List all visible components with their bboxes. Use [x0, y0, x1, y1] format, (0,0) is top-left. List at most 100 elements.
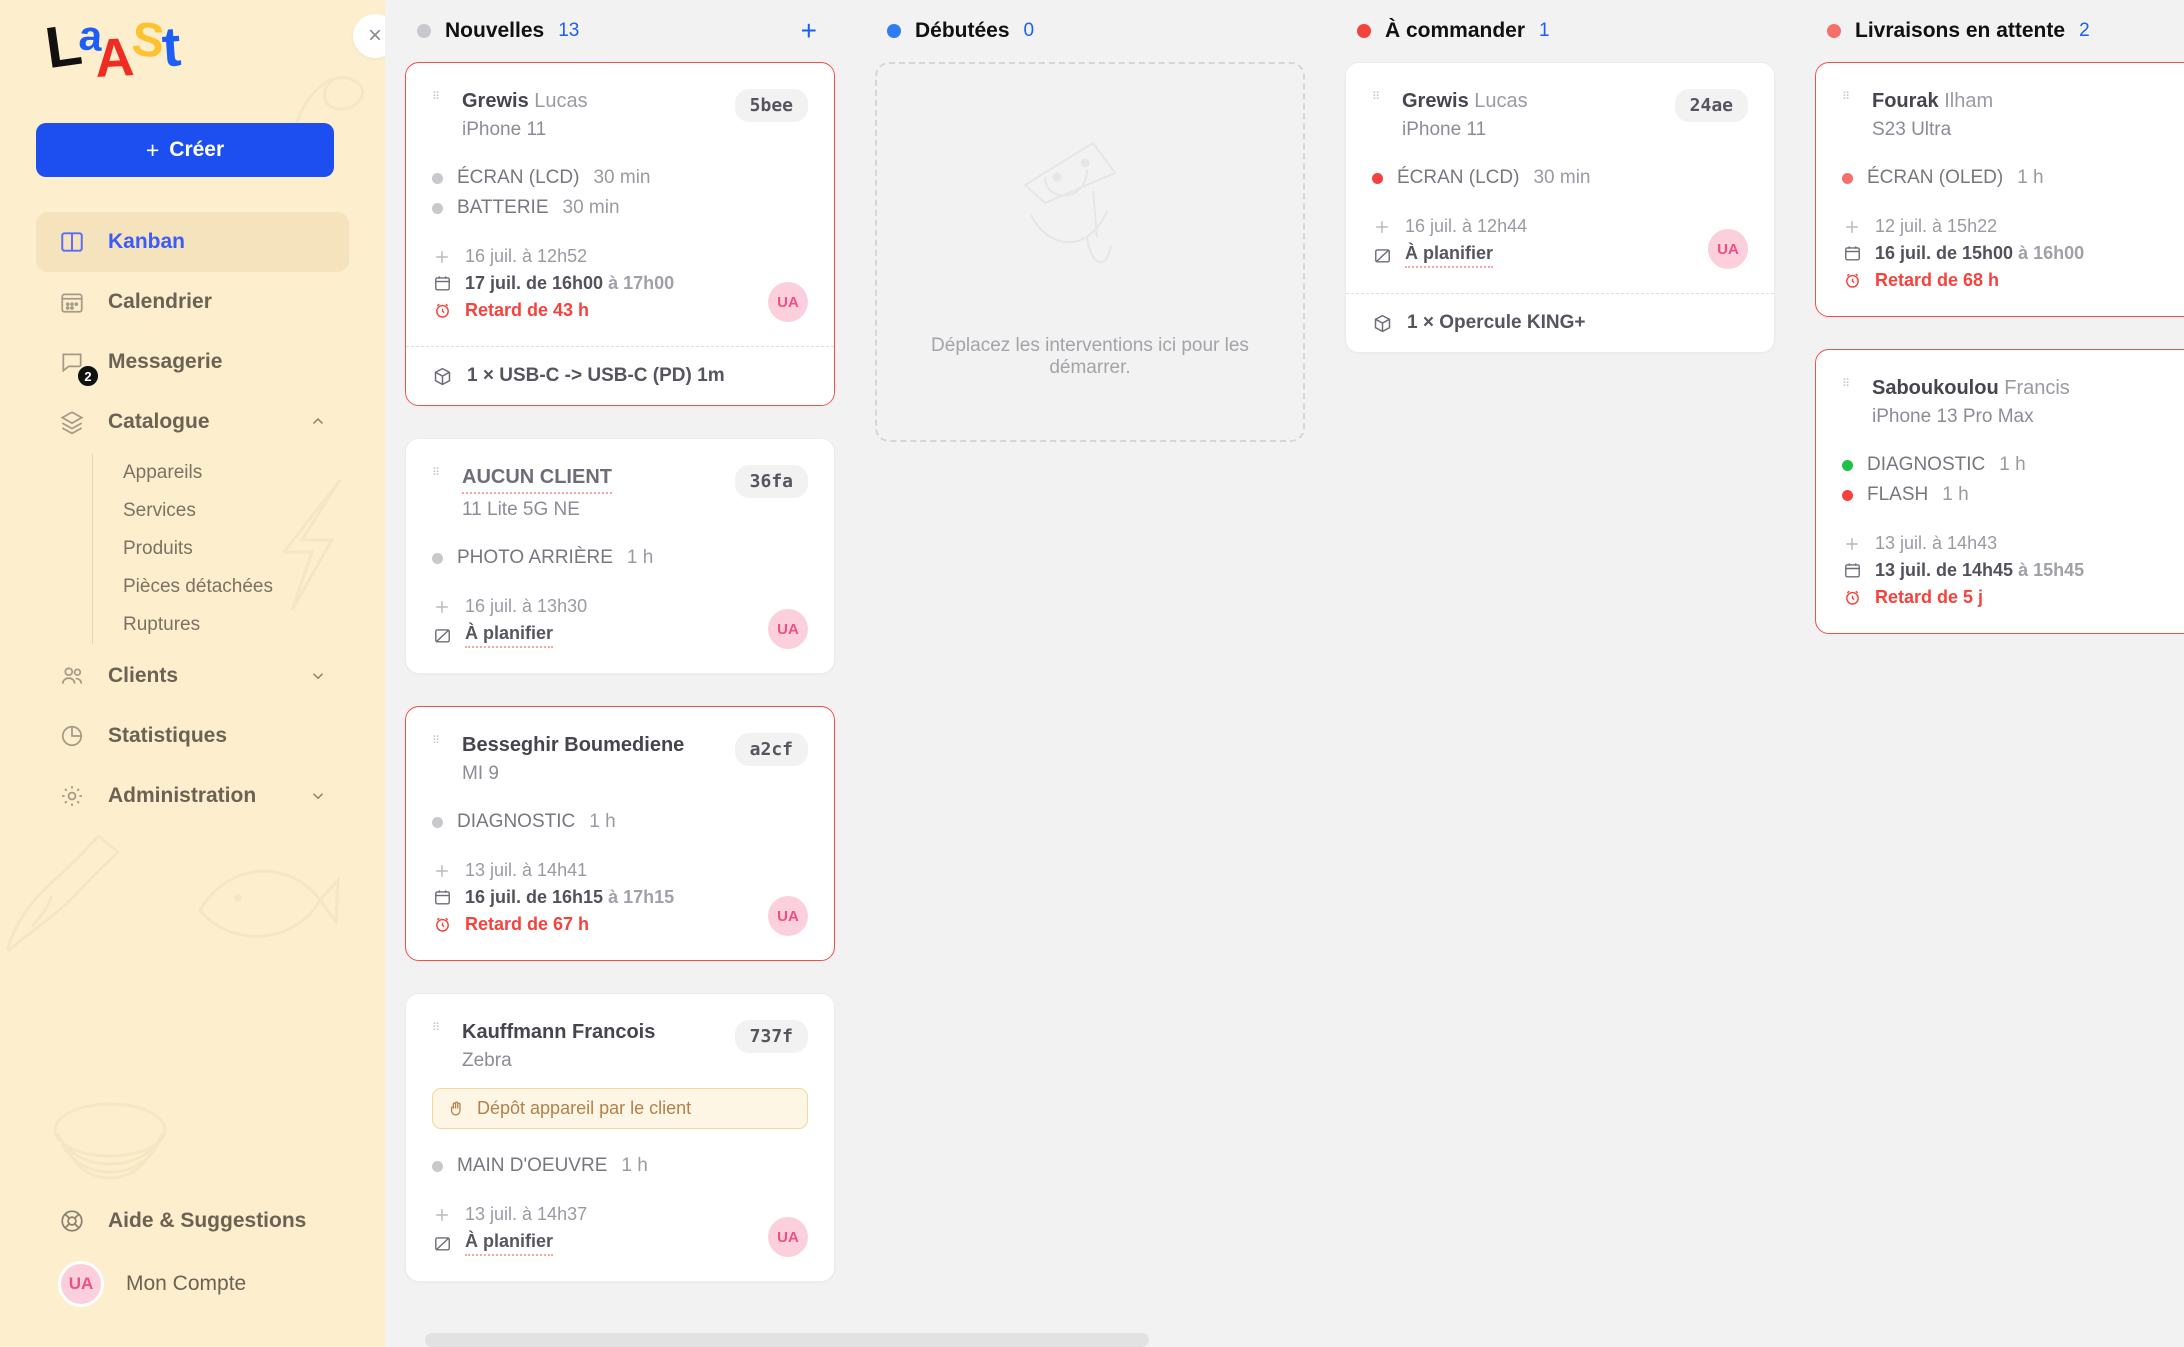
scheduled-date-icon	[432, 888, 452, 907]
scheduled-date: 17 juil. de 16h00 à 17h00	[432, 270, 808, 297]
card-header: ⠿ AUCUN CLIENT 11 Lite 5G NE 36fa	[432, 465, 808, 521]
created-date-icon	[432, 597, 452, 617]
sidebar-subitem-appareils[interactable]: Appareils	[93, 454, 349, 492]
scheduled-date-text: 13 juil. de 14h45 à 15h45	[1875, 560, 2085, 580]
empty-drop-zone[interactable]: Déplacez les interventions ici pour les …	[875, 62, 1305, 442]
plus-icon: +	[145, 136, 160, 163]
sidebar-subitem-pieces-detachees[interactable]: Pièces détachées	[93, 568, 349, 606]
service-list: DIAGNOSTIC 1 h FLASH 1 h	[1842, 450, 2184, 510]
service-duration: 1 h	[621, 1155, 648, 1176]
column-count: 2	[2079, 20, 2090, 41]
sidebar-item-label: Kanban	[108, 230, 186, 253]
kanban-card[interactable]: ⠿ Grewis Lucas iPhone 11 5bee ÉCRAN (LCD) 30 …	[405, 62, 835, 406]
add-card-button[interactable]: +	[795, 17, 823, 45]
device-name: S23 Ultra	[1872, 119, 1952, 140]
column-title: Livraisons en attente	[1855, 19, 2066, 42]
card-titles: Kauffmann Francois Zebra	[462, 1020, 717, 1072]
column-count: 0	[1023, 20, 1035, 41]
create-button[interactable]: + Créer	[36, 123, 334, 177]
status-dot-icon	[432, 202, 443, 214]
plan-action-icon	[1372, 246, 1392, 265]
chevron-down-icon[interactable]	[309, 787, 327, 805]
service-duration: 1 h	[2017, 167, 2044, 188]
created-date: 16 juil. à 12h52	[432, 243, 808, 270]
created-date: 16 juil. à 12h44	[1372, 213, 1748, 240]
drag-handle-icon[interactable]: ⠿	[432, 1023, 444, 1034]
plan-link[interactable]: À planifier	[465, 1231, 554, 1256]
service-item: DIAGNOSTIC 1 h	[1842, 450, 2184, 480]
plan-link[interactable]: À planifier	[465, 623, 554, 648]
calendar-icon	[58, 288, 86, 316]
card-header: ⠿ Grewis Lucas iPhone 11 5bee	[432, 89, 808, 141]
column-status-dot-icon	[1827, 24, 1841, 38]
assignee-avatar[interactable]: UA	[768, 1217, 808, 1257]
created-date: 12 juil. à 15h22	[1842, 213, 2184, 240]
sidebar-item-kanban[interactable]: Kanban	[36, 212, 349, 272]
scheduled-date: 16 juil. de 16h15 à 17h15	[432, 884, 808, 911]
sidebar-item-catalogue[interactable]: Catalogue	[36, 392, 349, 452]
card-reference: a2cf	[734, 733, 808, 766]
chevron-down-icon[interactable]	[309, 667, 327, 685]
account-button[interactable]: UA Mon Compte	[36, 1251, 349, 1317]
drag-handle-icon[interactable]: ⠿	[432, 92, 444, 103]
app-root: LaASt + Créer Kanban Calendrier 2 Messag…	[0, 0, 2184, 1347]
service-name: DIAGNOSTIC	[457, 811, 576, 832]
card-header: ⠿ Saboukoulou Francis iPhone 13 Pro Max	[1842, 376, 2184, 428]
column-status-dot-icon	[417, 24, 431, 38]
client-name: Kauffmann Francois	[462, 1021, 656, 1043]
chevron-up-icon[interactable]	[309, 413, 327, 431]
service-item: ÉCRAN (LCD) 30 min	[1372, 163, 1748, 193]
device-name: iPhone 13 Pro Max	[1872, 406, 2034, 427]
sidebar-subitem-services[interactable]: Services	[93, 492, 349, 530]
column-status-dot-icon	[887, 24, 901, 38]
column-header: À commander 1	[1345, 0, 1775, 62]
column-header: Nouvelles 13 +	[405, 0, 835, 62]
assignee-avatar[interactable]: UA	[768, 896, 808, 936]
sidebar-subitem-ruptures[interactable]: Ruptures	[93, 606, 349, 644]
assignee-avatar[interactable]: UA	[768, 282, 808, 322]
part-label: 1 × Opercule KING+	[1407, 312, 1586, 333]
card-meta: 16 juil. à 13h30 À planifier	[432, 593, 808, 651]
drag-handle-icon[interactable]: ⠿	[1842, 379, 1854, 390]
delay: Retard de 67 h	[432, 911, 808, 938]
sidebar-item-administration[interactable]: Administration	[36, 766, 349, 826]
kanban-card[interactable]: ⠿ Grewis Lucas iPhone 11 24ae ÉCRAN (LCD) 30 …	[1345, 62, 1775, 353]
drag-handle-icon[interactable]: ⠿	[1372, 92, 1384, 103]
drag-handle-icon[interactable]: ⠿	[432, 468, 444, 479]
assignee-avatar[interactable]: UA	[768, 609, 808, 649]
kanban-card[interactable]: ⠿ Kauffmann Francois Zebra 737f Dépôt appare…	[405, 993, 835, 1282]
device-name: iPhone 11	[462, 119, 547, 140]
sidebar-item-messagerie[interactable]: 2 Messagerie	[36, 332, 349, 392]
drag-handle-icon[interactable]: ⠿	[1842, 92, 1854, 103]
client-name: Grewis Lucas	[462, 90, 588, 112]
service-duration: 30 min	[593, 167, 651, 188]
plan-action: À planifier	[1372, 240, 1748, 271]
avatar: UA	[58, 1261, 104, 1307]
sidebar-item-clients[interactable]: Clients	[36, 646, 349, 706]
kanban-card[interactable]: ⠿ AUCUN CLIENT 11 Lite 5G NE 36fa PHOTO ARRI…	[405, 438, 835, 674]
kanban-card[interactable]: ⠿ Besseghir Boumediene MI 9 a2cf DIAGNOSTIC 1…	[405, 706, 835, 961]
hand-icon	[447, 1099, 466, 1118]
plan-link[interactable]: À planifier	[1405, 243, 1494, 268]
card-titles: Saboukoulou Francis iPhone 13 Pro Max	[1872, 376, 2184, 428]
service-list: ÉCRAN (LCD) 30 min BATTERIE 30 min	[432, 163, 808, 223]
sidebar-item-aide[interactable]: Aide & Suggestions	[36, 1191, 349, 1251]
assignee-avatar[interactable]: UA	[1708, 229, 1748, 269]
close-sidebar-button[interactable]: ×	[353, 14, 385, 58]
sidebar-item-statistiques[interactable]: Statistiques	[36, 706, 349, 766]
kanban-icon	[58, 228, 86, 256]
service-list: DIAGNOSTIC 1 h	[432, 807, 808, 837]
card-meta: 16 juil. à 12h44 À planifier	[1372, 213, 1748, 271]
app-logo[interactable]: LaASt	[42, 11, 181, 89]
card-alert: Dépôt appareil par le client	[432, 1088, 808, 1129]
sidebar-item-label: Aide & Suggestions	[108, 1209, 307, 1232]
sidebar-subitem-produits[interactable]: Produits	[93, 530, 349, 568]
service-duration: 1 h	[589, 811, 616, 832]
client-name[interactable]: AUCUN CLIENT	[462, 465, 612, 494]
drag-handle-icon[interactable]: ⠿	[432, 736, 444, 747]
service-name: DIAGNOSTIC	[1867, 454, 1986, 475]
kanban-card[interactable]: ⠿ Saboukoulou Francis iPhone 13 Pro Max DIA…	[1815, 349, 2184, 634]
sidebar-item-calendrier[interactable]: Calendrier	[36, 272, 349, 332]
horizontal-scrollbar[interactable]	[425, 1333, 1149, 1347]
kanban-card[interactable]: ⠿ Fourak Ilham S23 Ultra ÉCRAN (OLED) 1 h 12 …	[1815, 62, 2184, 317]
